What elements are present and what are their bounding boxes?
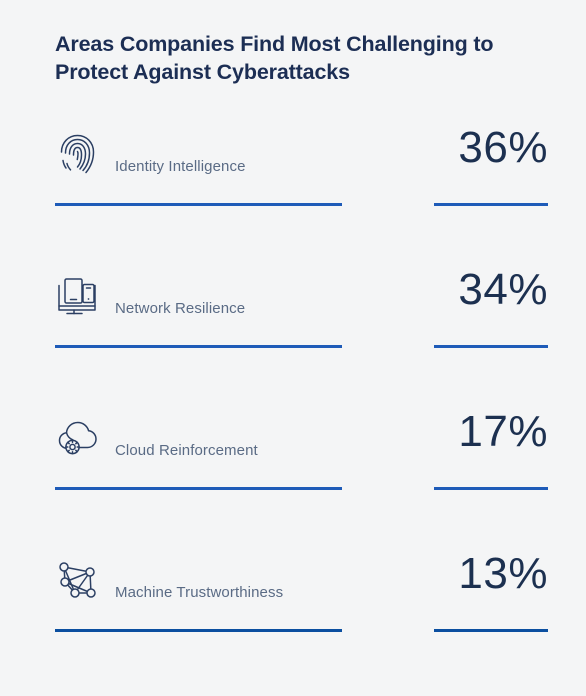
metric-rule-left — [55, 345, 342, 348]
metric-list: Identity Intelligence 36% Network Resili… — [0, 123, 586, 696]
metric-row: Identity Intelligence 36% — [0, 123, 586, 270]
metric-label: Network Resilience — [115, 300, 246, 317]
fingerprint-icon — [55, 130, 103, 178]
network-nodes-icon — [55, 556, 103, 604]
metric-rule-right — [434, 629, 548, 632]
infographic-panel: Areas Companies Find Most Challenging to… — [0, 0, 586, 663]
metric-row-left: Identity Intelligence — [55, 128, 342, 210]
metric-rule-left — [55, 629, 342, 632]
metric-value: 13% — [458, 549, 548, 598]
metric-rule-left — [55, 487, 342, 490]
metric-rule-right — [434, 487, 548, 490]
metric-rule-left — [55, 203, 342, 206]
metric-row: Cloud Reinforcement 17% — [0, 407, 586, 554]
metric-row: Machine Trustworthiness 13% — [0, 549, 586, 696]
page-title: Areas Companies Find Most Challenging to… — [55, 32, 494, 85]
devices-icon — [55, 272, 103, 320]
metric-label: Cloud Reinforcement — [115, 442, 258, 459]
metric-row-left: Cloud Reinforcement — [55, 412, 342, 494]
metric-rule-right — [434, 203, 548, 206]
metric-value: 36% — [458, 123, 548, 172]
cloud-gear-icon — [55, 414, 103, 462]
metric-row-left: Machine Trustworthiness — [55, 554, 342, 636]
metric-row-right: 13% — [380, 549, 548, 636]
metric-row-right: 36% — [380, 123, 548, 210]
metric-row-right: 34% — [380, 265, 548, 352]
metric-rule-right — [434, 345, 548, 348]
metric-value: 17% — [458, 407, 548, 456]
metric-row-right: 17% — [380, 407, 548, 494]
metric-label: Machine Trustworthiness — [115, 584, 284, 601]
metric-row: Network Resilience 34% — [0, 265, 586, 412]
metric-row-left: Network Resilience — [55, 270, 342, 352]
metric-value: 34% — [458, 265, 548, 314]
metric-label: Identity Intelligence — [115, 158, 246, 175]
